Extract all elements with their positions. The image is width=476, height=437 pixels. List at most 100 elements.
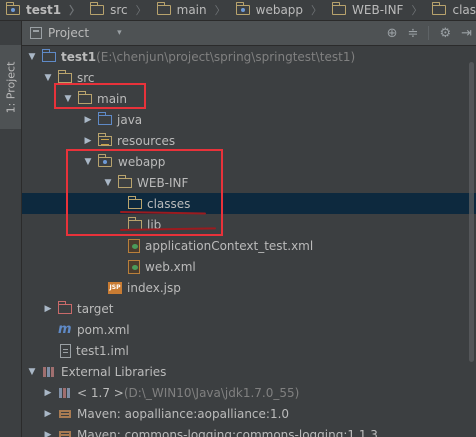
project-tool-tab[interactable]: 1: Project [0,45,21,129]
breadcrumb-label: webapp [255,3,304,17]
maven-pom-icon: m [58,322,72,337]
collapse-all-icon[interactable]: ≑ [408,26,419,41]
tree-node-label: < 1.7 > [77,385,124,400]
project-tree: ▼ test1 (E:\chenjun\project\spring\sprin… [22,46,476,437]
panel-title: Project [48,26,90,40]
tree-node-label: java [117,112,143,127]
libraries-icon [42,366,56,378]
project-view-selector[interactable]: Project ▾ [30,26,122,40]
tree-node-main[interactable]: ▼ main [22,88,476,109]
tree-node-resources[interactable]: ▶ resources [22,130,476,151]
project-panel-header: Project ▾ ⊕ ≑ ⚙ ⇥ [22,21,476,46]
expanded-arrow-icon[interactable]: ▼ [42,73,54,83]
web-folder-icon [98,153,112,167]
tree-node-src[interactable]: ▼ src [22,67,476,88]
breadcrumb-item-webapp[interactable]: webapp 〉 [230,0,326,20]
collapsed-arrow-icon[interactable]: ▶ [42,430,54,437]
tree-node-label: pom.xml [77,322,130,337]
panel-actions: ⊕ ≑ ⚙ ⇥ [387,26,472,41]
tree-node-classes[interactable]: classes [22,193,476,214]
excluded-folder-icon [58,300,72,314]
tree-node-webapp[interactable]: ▼ webapp [22,151,476,172]
tree-node-label: Maven: commons-logging:commons-logging:1… [77,427,378,437]
web-folder-icon [235,2,250,15]
expanded-arrow-icon[interactable]: ▼ [26,52,38,62]
collapsed-arrow-icon[interactable]: ▶ [42,304,54,314]
chevron-right-icon: 〉 [411,4,423,17]
tree-node-java[interactable]: ▶ java [22,109,476,130]
chevron-down-icon: ▾ [117,28,122,38]
breadcrumb-label: test1 [26,3,62,17]
tree-node-label: main [97,91,127,106]
tree-node-label: webapp [118,154,166,169]
folder-icon [332,2,347,15]
hide-panel-icon[interactable]: ⇥ [461,26,472,41]
tree-node-label: test1.iml [76,343,129,358]
tree-scrollbar[interactable] [469,62,474,362]
expanded-arrow-icon[interactable]: ▼ [82,157,94,167]
source-folder-icon [98,111,112,125]
tree-node-index-jsp[interactable]: JSP index.jsp [22,277,476,298]
folder-icon [156,2,171,15]
expanded-arrow-icon[interactable]: ▼ [26,367,38,377]
breadcrumb-item-web-inf[interactable]: WEB-INF 〉 [326,0,426,20]
gear-icon[interactable]: ⚙ [439,26,451,41]
maven-library-icon [58,429,72,437]
folder-icon [432,2,447,15]
expanded-arrow-icon[interactable]: ▼ [62,94,74,104]
tree-node-test1-iml[interactable]: test1.iml [22,340,476,361]
project-view-icon [30,27,42,39]
folder-icon [78,90,92,104]
maven-library-icon [58,408,72,420]
collapsed-arrow-icon[interactable]: ▶ [82,136,94,146]
breadcrumb-label: main [176,3,207,17]
folder-icon [90,2,105,15]
folder-icon [128,216,142,230]
tree-node-path: (E:\chenjun\project\spring\springtest\te… [96,49,356,64]
collapsed-arrow-icon[interactable]: ▶ [42,388,54,398]
web-xml-icon [128,259,140,274]
tree-node-application-context-xml[interactable]: applicationContext_test.xml [22,235,476,256]
tree-node-web-xml[interactable]: web.xml [22,256,476,277]
breadcrumb-item-main[interactable]: main 〉 [151,0,230,20]
jdk-icon [58,387,72,399]
tree-node-label: web.xml [145,259,196,274]
expanded-arrow-icon[interactable]: ▼ [102,178,114,188]
breadcrumb-item-classes[interactable]: classes [426,0,476,20]
chevron-right-icon: 〉 [214,4,226,17]
breadcrumb-label: src [110,3,128,17]
tree-node-test1[interactable]: ▼ test1 (E:\chenjun\project\spring\sprin… [22,46,476,67]
tree-node-label: resources [117,133,176,148]
tree-node-jdk[interactable]: ▶ < 1.7 > (D:\_WIN10\Java\jdk1.7.0_55) [22,382,476,403]
iml-file-icon [60,343,71,358]
breadcrumb-item-src[interactable]: src 〉 [84,0,151,20]
chevron-right-icon: 〉 [311,4,323,17]
tree-node-label: index.jsp [127,280,181,295]
jsp-file-icon: JSP [108,281,122,294]
collapsed-arrow-icon[interactable]: ▶ [42,409,54,419]
folder-icon [58,69,72,83]
tree-node-label: test1 [61,49,97,64]
tree-node-maven-commons-logging[interactable]: ▶ Maven: commons-logging:commons-logging… [22,424,476,437]
tree-node-pom-xml[interactable]: m pom.xml [22,319,476,340]
toolbar-divider [428,26,430,40]
collapsed-arrow-icon[interactable]: ▶ [82,115,94,125]
tree-node-label: Maven: aopalliance:aopalliance:1.0 [77,406,290,421]
tree-node-web-inf[interactable]: ▼ WEB-INF [22,172,476,193]
scroll-from-source-icon[interactable]: ⊕ [387,26,398,41]
tree-node-external-libraries[interactable]: ▼ External Libraries [22,361,476,382]
tree-node-label: target [77,301,114,316]
tree-node-path: (D:\_WIN10\Java\jdk1.7.0_55) [123,385,300,400]
tree-node-label: classes [147,196,191,211]
resources-folder-icon [98,132,112,146]
tree-node-lib[interactable]: lib [22,214,476,235]
spring-xml-icon [128,238,140,253]
tree-node-label: External Libraries [61,364,167,379]
folder-icon [118,174,132,188]
breadcrumb-item-test1[interactable]: test1 〉 [0,0,84,20]
tree-node-maven-aopalliance[interactable]: ▶ Maven: aopalliance:aopalliance:1.0 [22,403,476,424]
tree-node-target[interactable]: ▶ target [22,298,476,319]
module-folder-icon [42,48,56,62]
breadcrumb-label: classes [452,3,476,17]
tree-node-label: WEB-INF [137,175,189,190]
